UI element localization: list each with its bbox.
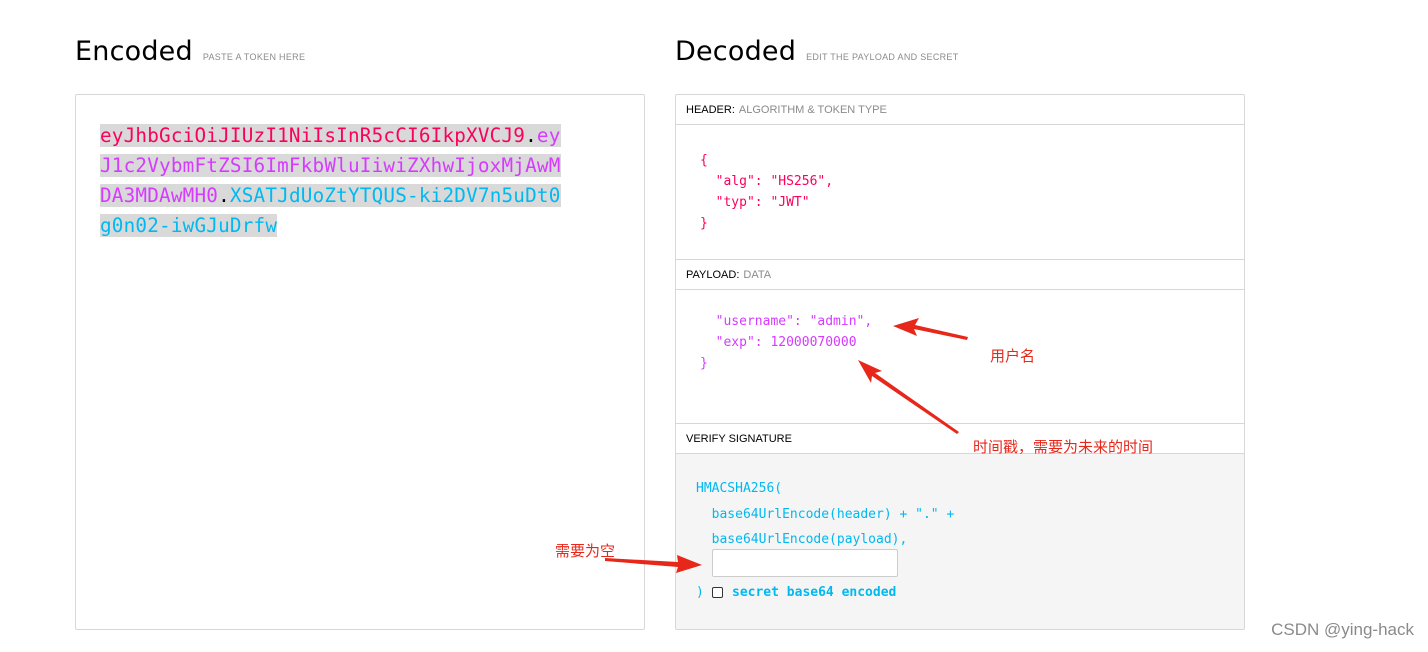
arrow-secret bbox=[605, 555, 702, 573]
arrow-exp bbox=[858, 360, 959, 434]
arrow-username bbox=[893, 318, 968, 340]
annotation-arrows bbox=[605, 318, 968, 573]
csdn-watermark: CSDN @ying-hack bbox=[1271, 620, 1414, 639]
